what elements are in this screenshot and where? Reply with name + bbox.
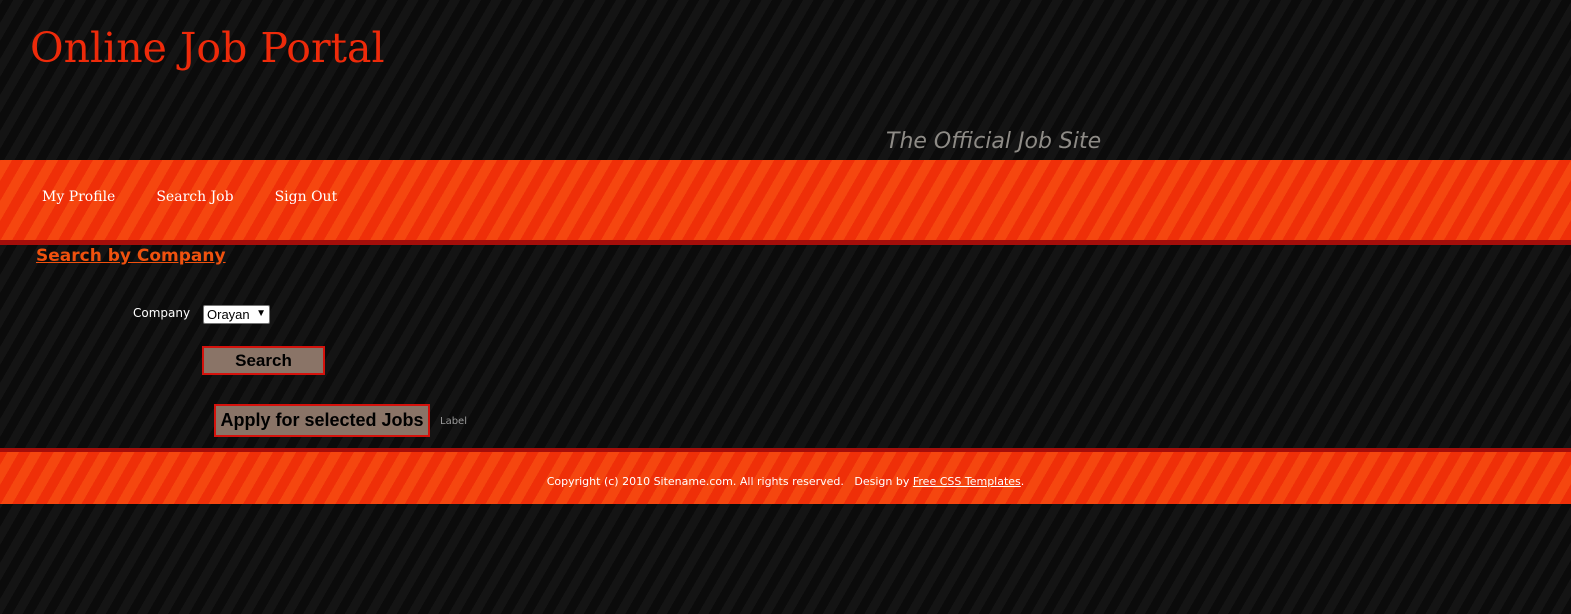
- main-menu: My Profile Search Job Sign Out: [42, 189, 378, 205]
- search-button[interactable]: Search: [202, 346, 325, 375]
- status-label: Label: [440, 416, 467, 427]
- footer-period: .: [1020, 475, 1025, 488]
- company-label: Company: [133, 306, 191, 320]
- menu-item-search-job[interactable]: Search Job: [156, 189, 233, 205]
- free-css-templates-link[interactable]: Free CSS Templates: [913, 475, 1021, 488]
- search-by-company-link[interactable]: Search by Company: [36, 246, 226, 266]
- site-title: Online Job Portal: [30, 24, 385, 72]
- footer: Copyright (c) 2010 Sitename.com. All rig…: [0, 448, 1571, 504]
- site-tagline: The Official Job Site: [886, 129, 1102, 154]
- footer-text: Copyright (c) 2010 Sitename.com. All rig…: [0, 475, 1571, 488]
- menu-item-sign-out[interactable]: Sign Out: [275, 189, 338, 205]
- chevron-down-icon: ▼: [256, 308, 266, 319]
- apply-selected-jobs-button[interactable]: Apply for selected Jobs: [214, 404, 430, 437]
- footer-copyright: Copyright (c) 2010 Sitename.com. All rig…: [546, 475, 844, 488]
- menu-item-my-profile[interactable]: My Profile: [42, 189, 115, 205]
- nav-bar: My Profile Search Job Sign Out: [0, 160, 1571, 245]
- company-select-value: Orayan: [207, 307, 250, 322]
- footer-design-by: Design by: [854, 475, 910, 488]
- company-select[interactable]: Orayan ▼: [203, 305, 270, 324]
